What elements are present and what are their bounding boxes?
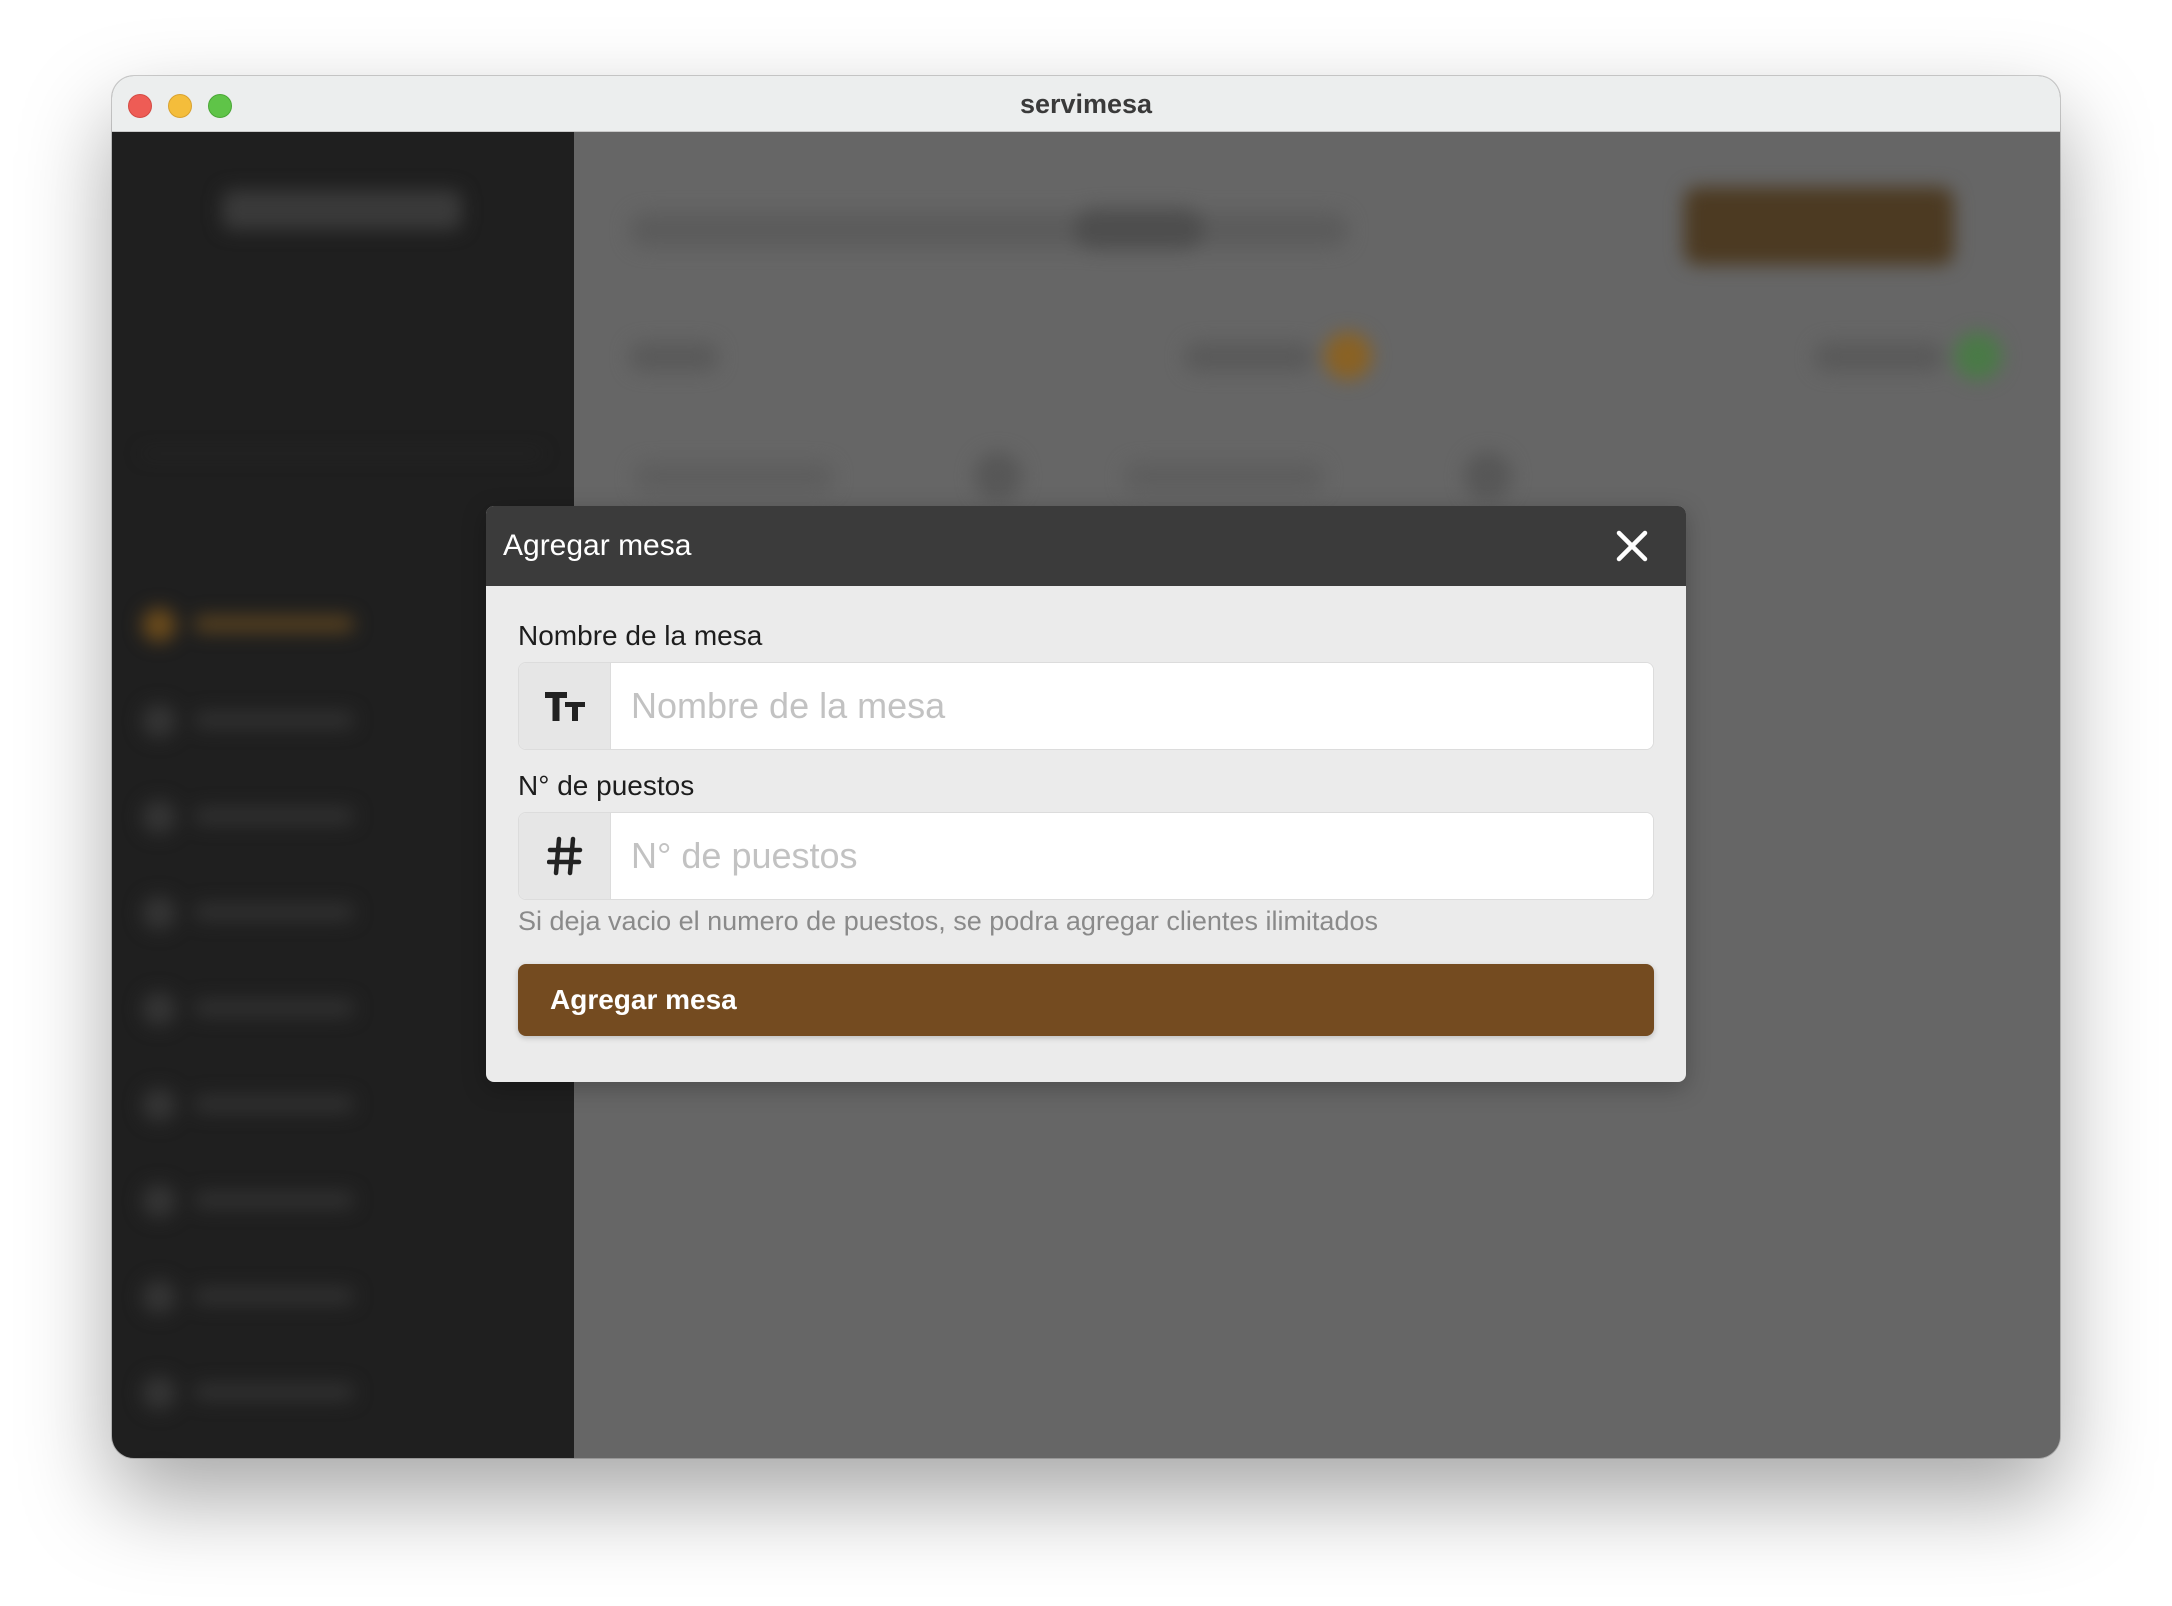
stat-placeholder: [1814, 342, 1944, 372]
close-icon[interactable]: [1612, 526, 1652, 566]
hash-icon: [519, 813, 611, 899]
card-dot: [974, 452, 1022, 500]
text-size-icon: [519, 663, 611, 749]
sidebar-item: [142, 1370, 402, 1414]
card-placeholder: [634, 462, 834, 492]
sidebar-item: [142, 986, 402, 1030]
seats-help-text: Si deja vacio el numero de puestos, se p…: [518, 906, 1378, 936]
sidebar-item: [142, 1178, 402, 1222]
stat-dot: [1954, 332, 2002, 380]
stat-placeholder: [629, 342, 719, 372]
add-table-button[interactable]: Agregar mesa: [518, 964, 1654, 1036]
sidebar-divider: [142, 452, 542, 455]
sidebar-item: [142, 1082, 402, 1126]
sidebar-logo: [222, 190, 462, 230]
modal-header: Agregar mesa: [486, 506, 1686, 586]
seats-input[interactable]: [611, 813, 1653, 899]
add-button-placeholder: [1684, 187, 1954, 265]
stat-dot: [1324, 332, 1372, 380]
add-table-modal: Agregar mesa Nombre de la mesa N° de pue…: [486, 506, 1686, 1082]
window-title: servimesa: [1019, 89, 1153, 119]
table-name-input[interactable]: [611, 663, 1653, 749]
table-name-label: Nombre de la mesa: [518, 620, 763, 651]
sidebar-item: [142, 1274, 402, 1318]
search-bar-placeholder: [629, 212, 1349, 248]
seats-label: N° de puestos: [518, 770, 695, 801]
stat-placeholder: [1184, 342, 1314, 372]
modal-title: Agregar mesa: [503, 529, 692, 562]
title-bar: servimesa: [112, 76, 2060, 132]
sidebar-item: [142, 698, 402, 742]
sidebar-item: [142, 890, 402, 934]
card-placeholder: [1124, 462, 1324, 492]
sidebar-item: [142, 794, 402, 838]
seats-input-group: [518, 812, 1654, 900]
card-dot: [1464, 452, 1512, 500]
filter-chip-placeholder: [1074, 208, 1204, 250]
sidebar-item: [142, 602, 402, 646]
table-name-input-group: [518, 662, 1654, 750]
